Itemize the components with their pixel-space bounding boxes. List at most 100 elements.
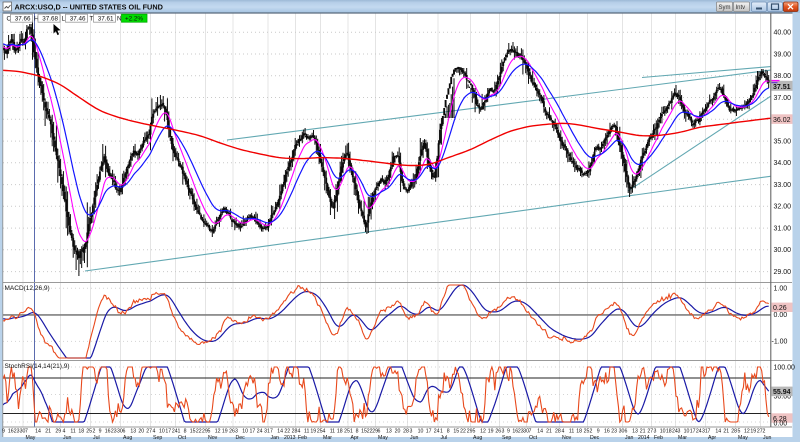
svg-text:33.00: 33.00 [774,182,792,189]
svg-text:11: 11 [304,428,309,434]
svg-text:Sep: Sep [502,435,511,441]
svg-text:Apr: Apr [351,435,359,441]
svg-text:Jan: Jan [625,435,633,441]
svg-text:12: 12 [744,428,750,434]
svg-text:10: 10 [242,428,248,434]
svg-text:Feb: Feb [654,435,663,441]
svg-text:27: 27 [146,428,152,434]
svg-text:19: 19 [310,428,316,434]
svg-text:4: 4 [562,428,565,434]
svg-text:15: 15 [453,428,459,434]
svg-text:18: 18 [337,428,343,434]
svg-text:4: 4 [153,428,156,434]
svg-text:24: 24 [696,428,702,434]
svg-text:Oct: Oct [529,435,538,441]
svg-text:30.00: 30.00 [774,247,792,254]
svg-text:26: 26 [495,428,501,434]
svg-text:20: 20 [395,428,401,434]
svg-text:40.00: 40.00 [774,30,792,37]
svg-text:11: 11 [330,428,335,434]
svg-text:9: 9 [2,428,5,434]
svg-text:+2.2%: +2.2% [125,16,143,23]
svg-text:-1.00: -1.00 [772,339,788,346]
svg-text:7: 7 [25,428,28,434]
svg-text:20: 20 [138,428,144,434]
svg-text:23: 23 [611,428,617,434]
svg-text:Jan: Jan [271,435,279,441]
svg-text:55.94: 55.94 [773,389,791,396]
svg-text:Aug: Aug [473,435,482,441]
svg-text:Jun: Jun [63,435,71,441]
svg-text:18: 18 [78,428,84,434]
svg-text:10: 10 [660,428,666,434]
svg-text:10: 10 [418,428,424,434]
svg-text:9: 9 [597,428,600,434]
svg-text:Jul: Jul [441,435,448,441]
svg-text:5: 5 [208,428,211,434]
svg-text:14: 14 [35,428,41,434]
svg-text:37.46: 37.46 [70,16,86,23]
svg-text:24: 24 [257,428,263,434]
svg-text:17: 17 [165,428,171,434]
svg-text:Mar: Mar [323,435,332,441]
svg-text:Jun: Jun [410,435,418,441]
svg-text:MACD(12,26,9): MACD(12,26,9) [5,285,50,292]
svg-text:4: 4 [323,428,326,434]
svg-text:35.00: 35.00 [774,138,792,145]
svg-text:1: 1 [350,428,353,434]
svg-text:28: 28 [403,428,409,434]
svg-text:13: 13 [130,428,136,434]
svg-text:36.02: 36.02 [773,117,791,124]
svg-text:8: 8 [356,428,359,434]
svg-text:4: 4 [63,428,66,434]
svg-text:29: 29 [55,428,61,434]
svg-text:3: 3 [235,428,238,434]
svg-text:7: 7 [529,428,532,434]
svg-text:7: 7 [708,428,711,434]
svg-text:7: 7 [270,428,273,434]
svg-text:21: 21 [546,428,552,434]
svg-text:5: 5 [473,428,476,434]
svg-text:28: 28 [555,428,561,434]
svg-text:May: May [378,435,388,441]
svg-text:2013: 2013 [284,435,296,441]
svg-text:19: 19 [750,428,756,434]
svg-text:14: 14 [715,428,721,434]
svg-text:2: 2 [590,428,593,434]
svg-text:17: 17 [690,428,696,434]
svg-text:18: 18 [666,428,672,434]
svg-text:Nov: Nov [208,435,218,441]
svg-text:27: 27 [647,428,653,434]
svg-text:10: 10 [684,428,690,434]
svg-text:19: 19 [222,428,228,434]
svg-text:3: 3 [678,428,681,434]
svg-text:8: 8 [447,428,450,434]
svg-text:ARCX:USO,D -- UNITED STATES OI: ARCX:USO,D -- UNITED STATES OIL FUND [15,2,163,11]
svg-text:Feb: Feb [298,435,307,441]
svg-text:May: May [26,435,36,441]
svg-text:37.51: 37.51 [773,84,791,91]
svg-text:37.66: 37.66 [15,16,31,23]
svg-text:6: 6 [123,428,126,434]
svg-text:3: 3 [410,428,413,434]
svg-text:100.00: 100.00 [774,364,796,371]
svg-text:1: 1 [178,428,181,434]
svg-text:29.00: 29.00 [774,269,792,276]
svg-text:May: May [738,435,748,441]
svg-text:2: 2 [93,428,96,434]
svg-text:3: 3 [502,428,505,434]
svg-text:8: 8 [184,428,187,434]
svg-text:3: 3 [654,428,657,434]
svg-text:37.68: 37.68 [42,16,58,23]
svg-text:31.00: 31.00 [774,225,792,232]
svg-text:14: 14 [537,428,543,434]
svg-text:12: 12 [215,428,221,434]
svg-text:0.00: 0.00 [774,420,788,427]
svg-text:11: 11 [70,428,75,434]
svg-text:16: 16 [604,428,610,434]
svg-text:9: 9 [507,428,510,434]
svg-text:1.00: 1.00 [774,286,788,293]
svg-text:9: 9 [99,428,102,434]
svg-text:16: 16 [105,428,111,434]
svg-text:StochRSI(14,14(21),9): StochRSI(14,14(21),9) [5,363,70,370]
